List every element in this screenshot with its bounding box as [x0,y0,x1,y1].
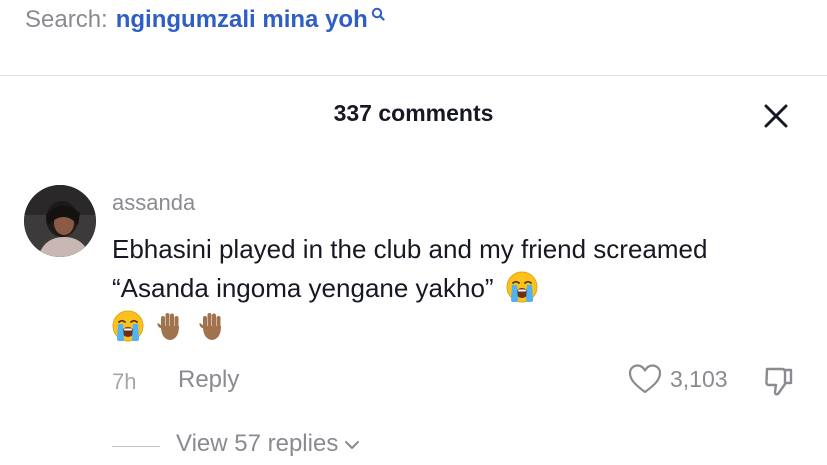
like-button[interactable]: 3,103 [628,363,728,395]
heart-icon[interactable] [628,363,662,395]
emoji-row [112,310,228,342]
reply-button[interactable]: Reply [178,366,239,394]
comment-username[interactable]: assanda [112,190,195,216]
view-replies-label[interactable]: View 57 replies [176,430,338,458]
search-divider [0,75,827,76]
search-icon[interactable] [371,7,385,21]
close-icon[interactable] [762,102,790,130]
comment-text: Ebhasini played in the club and my frien… [112,234,708,303]
raised-hand-icon [196,310,228,342]
loudly-crying-face-icon [112,310,144,342]
search-prefix: Search: [25,6,108,33]
search-bar[interactable]: Search: ngingumzali mina yoh [25,0,385,40]
view-replies-button[interactable]: View 57 replies [176,430,360,458]
replies-divider-line [112,446,160,447]
loudly-crying-face-icon [506,271,538,303]
like-count: 3,103 [670,365,728,392]
chevron-down-icon[interactable] [344,439,360,451]
dislike-icon[interactable] [762,364,796,398]
comments-count-title: 337 comments [333,100,494,126]
avatar[interactable] [24,185,96,257]
close-button[interactable] [760,100,792,132]
raised-hand-icon [154,310,186,342]
avatar-photo [24,185,96,257]
comment-timestamp: 7h [112,369,137,394]
comment-body: Ebhasini played in the club and my frien… [112,230,792,308]
search-query-link[interactable]: ngingumzali mina yoh [116,6,368,34]
